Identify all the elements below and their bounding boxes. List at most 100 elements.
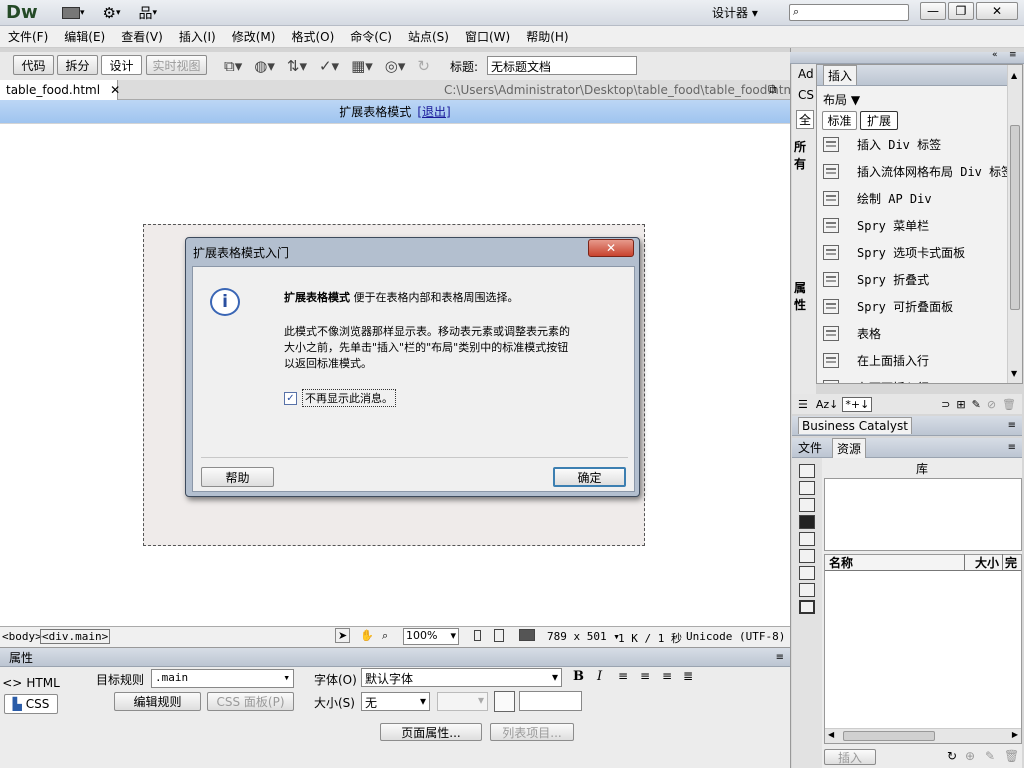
templates-icon[interactable] [799,583,815,597]
html-mode-button[interactable]: <> HTML [2,673,60,692]
align-left-icon[interactable]: ≡ [618,669,628,683]
mobile-size-icon[interactable] [474,630,481,641]
design-view-button[interactable]: 设计 [101,55,142,75]
menu-item[interactable]: 格式(O) [283,26,342,48]
visual-aids-icon[interactable]: ▦▾ [351,57,373,75]
size-select[interactable]: 无 ▾ [361,692,430,711]
insert-item[interactable]: Spry 菜单栏 [817,212,929,239]
css-panel-button[interactable]: CSS 面板(P) [207,692,294,711]
font-select[interactable]: 默认字体 ▾ [361,668,562,687]
flash-icon[interactable] [799,515,815,529]
tag-body[interactable]: <body> [2,630,42,643]
library-list[interactable]: 名称 大小 完 ◀ ▶ [824,554,1022,744]
edit-rule-button[interactable]: 编辑规则 [114,692,201,711]
panel-menu-icon[interactable]: ≡ [1009,50,1017,60]
urls-icon[interactable] [799,498,815,512]
insert-scrollbar[interactable]: ▲ ▼ [1007,65,1022,383]
workspace-switcher[interactable]: 设计器 ▾ [712,4,758,21]
disable-icon[interactable]: ⊘ [987,398,996,411]
file-manage-icon[interactable]: ⇅▾ [287,57,307,75]
library-icon[interactable] [799,600,815,614]
shockwave-icon[interactable] [799,532,815,546]
menu-item[interactable]: 查看(V) [113,26,171,48]
code-view-button[interactable]: 代码 [13,55,54,75]
bc-options-icon[interactable]: ≡ [1008,420,1016,431]
col-name-header[interactable]: 名称 [825,554,965,571]
color-input[interactable] [519,691,582,711]
ad-tab-stub[interactable]: Ad [798,67,814,81]
tag-div-main[interactable]: <div.main> [40,629,111,644]
align-right-icon[interactable]: ≡ [662,669,672,683]
insert-item[interactable]: Spry 折叠式 [817,266,929,293]
menu-item[interactable]: 帮助(H) [518,26,576,48]
standard-mode-button[interactable]: 标准 [822,111,857,130]
sort-az-icon[interactable]: Az↓ [816,398,839,411]
multiscreen-icon[interactable]: ⧉▾ [224,57,242,75]
menu-item[interactable]: 命令(C) [342,26,400,48]
trash-icon[interactable]: 🗑 [1002,398,1016,411]
scripts-icon[interactable] [799,566,815,580]
list-item-button[interactable]: 列表项目... [490,723,574,741]
insert-item[interactable]: 插入 Div 标签 [817,131,941,158]
ok-button[interactable]: 确定 [553,467,626,487]
zoom-select[interactable]: 100% ▾ [403,628,459,645]
page-properties-button[interactable]: 页面属性... [380,723,482,741]
insert-asset-button[interactable]: 插入 [824,749,876,765]
menu-item[interactable]: 修改(M) [224,26,284,48]
align-justify-icon[interactable]: ≣ [683,669,693,683]
window-dims[interactable]: 789 x 501 ▾ [547,630,620,643]
minimize-button[interactable]: — [920,2,946,20]
library-hscroll[interactable]: ◀ ▶ [825,728,1021,743]
site-icon[interactable]: 品 [139,3,153,23]
check-browser-icon[interactable]: ✓▾ [319,57,339,75]
tablet-size-icon[interactable] [494,629,504,642]
collapse-icon[interactable]: « [992,50,998,60]
images-icon[interactable] [799,464,815,478]
zoom-tool-icon[interactable]: ⌕ [382,629,388,643]
document-tab[interactable]: table_food.html ✕ [0,80,120,100]
help-button[interactable]: 帮助 [201,467,274,487]
menu-item[interactable]: 站点(S) [400,26,457,48]
new-library-icon[interactable]: ⊕ [965,749,975,763]
refresh-assets-icon[interactable]: ↻ [947,749,957,763]
menu-item[interactable]: 插入(I) [171,26,224,48]
all-button-stub[interactable]: 全 [796,110,815,129]
title-input[interactable]: 无标题文档 [487,56,637,75]
desktop-size-icon[interactable] [519,629,535,641]
preview-browser-icon[interactable]: ◍▾ [254,57,275,75]
dont-show-checkbox[interactable]: ✓ [284,391,297,405]
css-tab-stub[interactable]: CS [798,88,814,102]
split-view-button[interactable]: 拆分 [57,55,98,75]
panel-options-icon[interactable]: ≡ [776,652,784,663]
dont-show-label[interactable]: 不再显示此消息。 [302,389,396,407]
target-rule-select[interactable]: .main ▾ [151,669,294,688]
insert-item[interactable]: 绘制 AP Div [817,185,932,212]
assets-options-icon[interactable]: ≡ [1008,442,1016,453]
close-button[interactable]: ✕ [976,2,1018,20]
bold-button[interactable]: B [573,669,584,684]
files-tab[interactable]: 文件 [798,439,822,456]
colors-icon[interactable] [799,481,815,495]
link-icon[interactable]: ⊃ [941,398,950,411]
css-mode-button[interactable]: ▙ CSS [4,694,58,714]
insert-item[interactable]: 在下面插入行 [817,374,929,383]
refresh-icon[interactable]: ↻ [417,57,430,75]
insert-tab[interactable]: 插入 [823,65,858,85]
col-size-header[interactable]: 大小 [965,554,1003,571]
italic-button[interactable]: I [597,669,602,684]
insert-item[interactable]: 表格 [817,320,881,347]
size-unit-select[interactable]: ▾ [437,692,488,711]
restore-doc-icon[interactable]: ⧉ [768,82,777,97]
align-center-icon[interactable]: ≡ [640,669,650,683]
col-full-header[interactable]: 完 [1003,554,1017,571]
insert-item[interactable]: 在上面插入行 [817,347,929,374]
movies-icon[interactable] [799,549,815,563]
exit-link[interactable]: [退出] [417,103,450,120]
attach-css-icon[interactable]: ⊞ [956,398,965,411]
menu-item[interactable]: 窗口(W) [457,26,518,48]
validate-icon[interactable]: ◎▾ [385,57,406,75]
menu-item[interactable]: 编辑(E) [56,26,113,48]
assets-tab[interactable]: 资源 [832,437,867,458]
expanded-mode-button[interactable]: 扩展 [860,111,898,130]
live-view-button[interactable]: 实时视图 [146,55,207,75]
